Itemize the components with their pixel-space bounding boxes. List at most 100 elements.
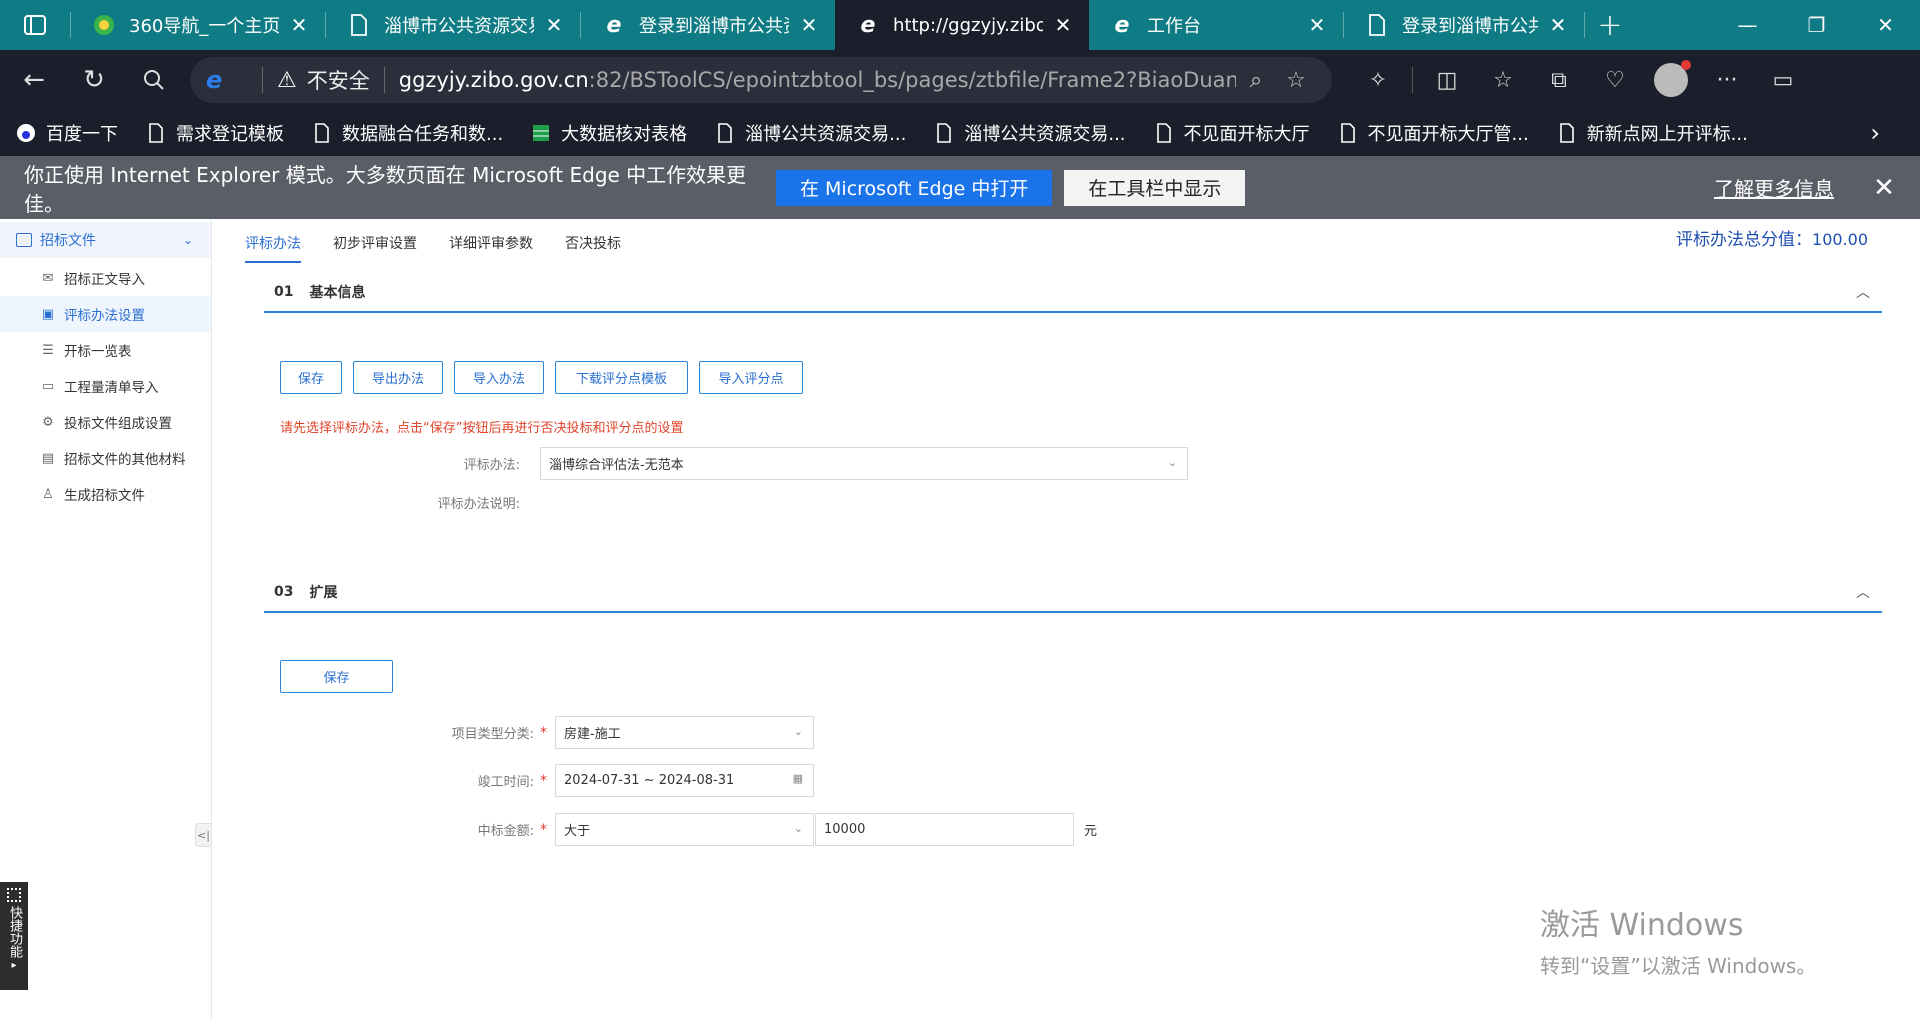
save-button[interactable]: 保存 <box>280 361 342 394</box>
method-desc-row: 评标办法说明: <box>212 493 540 512</box>
amount-input[interactable]: 10000 <box>815 813 1074 846</box>
collections-icon[interactable]: ⧉ <box>1531 68 1587 93</box>
back-button[interactable]: ← <box>8 54 60 106</box>
section-number: 03 <box>274 584 294 600</box>
close-icon[interactable]: ✕ <box>1864 173 1904 203</box>
tab-evaluation-method[interactable]: 评标办法 <box>245 233 301 263</box>
favorite-star-icon[interactable]: ☆ <box>1276 68 1316 93</box>
ie-mode-icon[interactable]: e <box>206 66 236 94</box>
method-label: 评标办法: <box>463 458 520 473</box>
baidu-icon <box>16 122 36 144</box>
sidebar-item-label: 开标一览表 <box>64 344 132 360</box>
browser-essentials-icon[interactable]: ♡ <box>1587 68 1643 93</box>
page-icon <box>1366 14 1388 36</box>
bookmark-item[interactable]: 大数据核对表格 <box>531 120 687 146</box>
bookmark-label: 不见面开标大厅 <box>1183 124 1310 145</box>
bookmark-item[interactable]: 淄博公共资源交易... <box>934 120 1126 146</box>
more-menu-icon[interactable]: ··· <box>1699 68 1755 93</box>
warning-icon[interactable]: ⚠ <box>277 68 297 93</box>
profile-avatar[interactable] <box>1654 60 1691 97</box>
tab-title: 工作台 <box>1147 16 1201 37</box>
address-bar[interactable]: e ⚠ 不安全 ggzyjy.zibo.gov.cn:82/BSToolCS/e… <box>190 57 1332 103</box>
project-type-label: 项目类型分类: <box>451 727 534 742</box>
sidebar-collapse-button[interactable]: <| <box>195 823 211 847</box>
tab-login-2[interactable]: 登录到淄博市公共资 ✕ <box>1344 0 1584 50</box>
split-screen-icon[interactable]: ◫ <box>1419 68 1475 93</box>
close-icon[interactable]: ✕ <box>542 13 566 37</box>
sidebar-item-bid-composition[interactable]: ⚙ 投标文件组成设置 <box>0 404 211 440</box>
sidebar-item-generate-file[interactable]: ♙ 生成招标文件 <box>0 476 211 512</box>
close-icon[interactable]: ✕ <box>797 13 821 37</box>
close-icon[interactable]: ✕ <box>1051 13 1075 37</box>
amount-unit: 元 <box>1084 824 1098 839</box>
download-template-button[interactable]: 下载评分点模板 <box>555 361 688 394</box>
page-icon <box>715 122 735 144</box>
tab-zibo-trade[interactable]: 淄博市公共资源交易 ✕ <box>326 0 580 50</box>
bookmark-item[interactable]: 百度一下 <box>16 120 118 146</box>
url-path: :82/BSToolCS/epointzbtool_bs/pages/ztbfi… <box>588 68 1236 92</box>
sidebar-item-bid-text-import[interactable]: ✉ 招标正文导入 <box>0 260 211 296</box>
tab-360[interactable]: 360导航_一个主页， ✕ <box>71 0 325 50</box>
section-extension-header[interactable]: 03 扩展 ︿ <box>264 573 1882 613</box>
page-icon <box>1154 122 1174 144</box>
chevron-right-icon[interactable]: › <box>1870 119 1880 147</box>
tab-ggzyjy-active[interactable]: e http://ggzyjy.zibo.gov.cn ✕ <box>835 0 1089 50</box>
export-method-button[interactable]: 导出办法 <box>353 361 443 394</box>
method-select[interactable]: 淄博综合评估法-无范本 ⌄ <box>540 447 1188 480</box>
quick-functions-panel[interactable]: 快捷功能 ▸ <box>0 882 28 990</box>
url-text[interactable]: ggzyjy.zibo.gov.cn:82/BSToolCS/epointzbt… <box>399 68 1236 92</box>
tab-detailed-review[interactable]: 详细评审参数 <box>449 233 533 263</box>
list-icon: ☰ <box>42 342 54 358</box>
section-basic-info-header[interactable]: 01 基本信息 ︿ <box>264 273 1882 313</box>
bookmark-item[interactable]: 淄博公共资源交易... <box>715 120 906 146</box>
save-button[interactable]: 保存 <box>280 660 393 693</box>
folder-icon <box>16 233 32 247</box>
bookmark-item[interactable]: 数据融合任务和数... <box>312 120 503 146</box>
show-in-toolbar-button[interactable]: 在工具栏中显示 <box>1064 169 1246 206</box>
new-tab-button[interactable]: + <box>1585 0 1635 50</box>
tab-reject-bid[interactable]: 否决投标 <box>565 233 621 263</box>
bookmark-item[interactable]: 新新点网上开评标... <box>1557 120 1748 146</box>
tab-actions-button[interactable] <box>0 0 70 50</box>
address-divider <box>262 67 263 93</box>
import-method-button[interactable]: 导入办法 <box>454 361 544 394</box>
bookmark-label: 百度一下 <box>46 124 118 145</box>
tab-login-1[interactable]: e 登录到淄博市公共资 ✕ <box>581 0 835 50</box>
close-window-button[interactable]: ✕ <box>1851 0 1920 50</box>
bookmark-item[interactable]: 不见面开标大厅 <box>1154 120 1310 146</box>
envelope-icon: ✉ <box>42 270 54 286</box>
sidebar-item-other-materials[interactable]: ▤ 招标文件的其他材料 <box>0 440 211 476</box>
calendar-icon[interactable]: ▦ <box>793 772 803 785</box>
sidebar-item-opening-list[interactable]: ☰ 开标一览表 <box>0 332 211 368</box>
total-score-value: 100.00 <box>1812 230 1868 249</box>
chevron-up-icon[interactable]: ︿ <box>1856 582 1870 602</box>
open-in-edge-button[interactable]: 在 Microsoft Edge 中打开 <box>776 169 1053 206</box>
learn-more-link[interactable]: 了解更多信息 <box>1714 173 1834 202</box>
zoom-icon[interactable]: ⌕ <box>1236 68 1276 93</box>
bookmark-item[interactable]: 需求登记模板 <box>146 120 284 146</box>
sidebar-item-bill-import[interactable]: ▭ 工程量清单导入 <box>0 368 211 404</box>
bookmark-item[interactable]: 不见面开标大厅管... <box>1338 120 1529 146</box>
ie-icon: e <box>1114 12 1130 38</box>
sidebar-item-evaluation-method[interactable]: ▣ 评标办法设置 <box>0 296 211 332</box>
tab-title: 登录到淄博市公共资 <box>639 16 789 37</box>
amount-operator-select[interactable]: 大于 ⌄ <box>555 813 814 846</box>
tab-preliminary-review[interactable]: 初步评审设置 <box>333 233 417 263</box>
security-label[interactable]: 不安全 <box>307 65 370 95</box>
minimize-button[interactable]: — <box>1713 0 1782 50</box>
close-icon[interactable]: ✕ <box>1305 13 1329 37</box>
tab-workbench[interactable]: e 工作台 ✕ <box>1089 0 1343 50</box>
refresh-button[interactable]: ↻ <box>68 54 120 106</box>
search-button[interactable] <box>128 54 180 106</box>
close-icon[interactable]: ✕ <box>287 13 311 37</box>
extensions-icon[interactable]: ✧ <box>1350 68 1406 93</box>
favorites-icon[interactable]: ☆ <box>1475 68 1531 93</box>
sidebar-toggle-icon[interactable]: ▭ <box>1755 68 1811 93</box>
sidebar-header[interactable]: 招标文件 ⌄ <box>0 222 211 258</box>
completion-date-picker[interactable]: 2024-07-31 ~ 2024-08-31 ▦ <box>555 764 814 797</box>
import-points-button[interactable]: 导入评分点 <box>699 361 803 394</box>
project-type-select[interactable]: 房建-施工 ⌄ <box>555 716 814 749</box>
close-icon[interactable]: ✕ <box>1546 13 1570 37</box>
restore-button[interactable]: ❐ <box>1782 0 1851 50</box>
chevron-up-icon[interactable]: ︿ <box>1856 282 1870 302</box>
